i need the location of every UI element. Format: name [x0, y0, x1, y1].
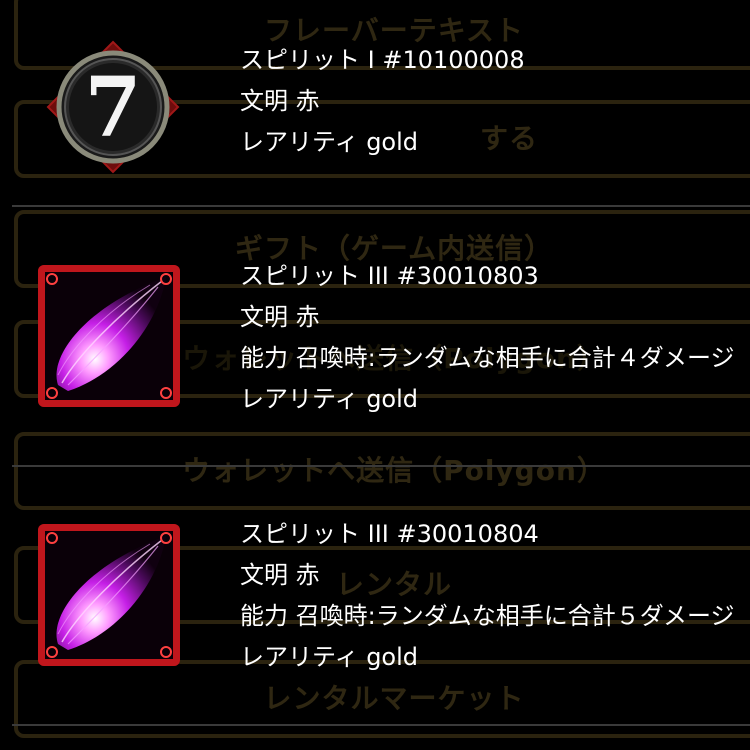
card-name: スピリット III #30010804 — [240, 520, 539, 548]
card-civilization: 文明 赤 — [240, 87, 320, 115]
item-divider — [12, 205, 750, 207]
card-info: スピリット I #10100008 文明 赤 レアリティ gold — [240, 40, 750, 163]
purple-spirit-flame-card-icon — [38, 265, 180, 407]
selected-cards-list: 7 スピリット I #10100008 文明 赤 レアリティ gold スピリッ… — [0, 0, 750, 750]
card-civilization: 文明 赤 — [240, 561, 320, 589]
card-info: スピリット III #30010804 文明 赤 能力 召喚時:ランダムな相手に… — [240, 514, 750, 678]
card-name: スピリット III #30010803 — [240, 262, 539, 290]
purple-spirit-flame-card-icon — [38, 524, 180, 666]
card-name: スピリット I #10100008 — [240, 46, 525, 74]
card-rarity: レアリティ gold — [240, 385, 419, 413]
item-divider — [12, 724, 750, 726]
number-seven-coin-icon: 7 — [46, 40, 180, 174]
card-ability: 能力 召喚時:ランダムな相手に合計５ダメージ — [240, 602, 735, 630]
card-rarity: レアリティ gold — [240, 643, 419, 671]
svg-text:7: 7 — [84, 60, 141, 156]
card-info: スピリット III #30010803 文明 赤 能力 召喚時:ランダムな相手に… — [240, 256, 750, 420]
card-rarity: レアリティ gold — [240, 128, 419, 156]
item-divider — [12, 465, 750, 467]
card-ability: 能力 召喚時:ランダムな相手に合計４ダメージ — [240, 344, 735, 372]
card-civilization: 文明 赤 — [240, 303, 320, 331]
